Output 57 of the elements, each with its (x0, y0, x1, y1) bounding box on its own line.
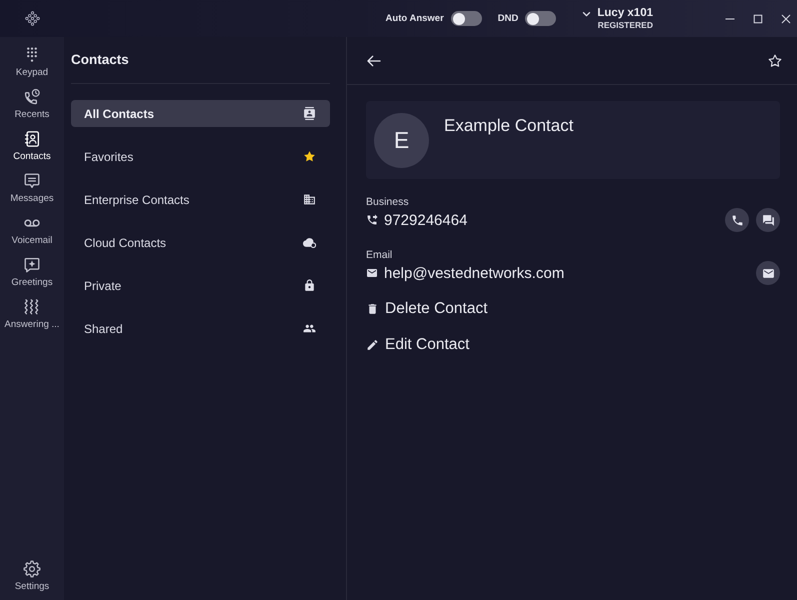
phone-number: 9729246464 (384, 212, 468, 228)
wave-icon (23, 298, 41, 316)
panel-title: Contacts (71, 52, 129, 67)
toggle-label: Auto Answer (386, 13, 444, 24)
avatar: E (374, 113, 429, 168)
account-name[interactable]: Lucy x101 (597, 6, 653, 20)
contact-name: Example Contact (444, 116, 574, 136)
maximize-icon[interactable] (753, 14, 763, 24)
phone-clock-icon (23, 88, 41, 106)
building-icon (303, 193, 316, 206)
lock-icon (303, 279, 316, 292)
contact-book-icon (303, 107, 316, 120)
registration-status: REGISTERED (598, 20, 653, 30)
mail-icon (762, 266, 774, 280)
call-button[interactable] (725, 208, 749, 232)
star-icon (303, 150, 316, 163)
toggle-label: DND (498, 13, 518, 24)
contact-list-item[interactable]: Shared (71, 315, 330, 342)
pencil-icon (366, 338, 379, 352)
star-icon[interactable] (768, 54, 782, 68)
nav-item[interactable]: Answering ... (0, 296, 64, 338)
contact-book-icon (23, 130, 41, 148)
message-icon (23, 172, 41, 190)
settings-nav-item[interactable]: Settings (0, 558, 64, 600)
nav-item[interactable]: Recents (0, 86, 64, 128)
contact-list-item[interactable]: Favorites (71, 143, 330, 170)
toggle-switch[interactable] (450, 11, 482, 26)
nav-item[interactable]: Messages (0, 170, 64, 212)
close-icon[interactable] (781, 14, 791, 24)
mail-icon (366, 267, 378, 279)
greeting-card-icon (23, 256, 41, 274)
nav-item[interactable]: Contacts (0, 128, 64, 170)
back-arrow-icon[interactable] (366, 52, 382, 68)
phone-arrow-icon (366, 214, 378, 226)
people-icon (303, 322, 316, 335)
message-button[interactable] (756, 208, 780, 232)
trash-icon (366, 302, 379, 316)
nav-item[interactable]: Greetings (0, 254, 64, 296)
phone-icon (730, 214, 744, 226)
toggle-switch[interactable] (525, 11, 556, 26)
edit-contact-button[interactable]: Edit Contact (366, 333, 470, 357)
nav-item[interactable]: Keypad (0, 44, 64, 86)
email-button[interactable] (756, 261, 780, 285)
nav-item[interactable]: Voicemail (0, 212, 64, 254)
contact-list-item[interactable]: Private (71, 272, 330, 299)
field-label: Email (366, 249, 392, 261)
cloud-icon (303, 236, 316, 249)
contact-list-item[interactable]: Enterprise Contacts (71, 186, 330, 213)
chat-icon (762, 214, 774, 226)
logo-icon (25, 11, 40, 26)
delete-contact-button[interactable]: Delete Contact (366, 297, 488, 321)
chevron-down-icon[interactable] (582, 10, 592, 16)
contact-list-item[interactable]: Cloud Contacts (71, 229, 330, 256)
email-address: help@vestednetworks.com (384, 264, 564, 282)
field-label: Business (366, 196, 409, 208)
contact-list-item[interactable]: All Contacts (71, 100, 330, 127)
gear-icon (23, 560, 41, 578)
